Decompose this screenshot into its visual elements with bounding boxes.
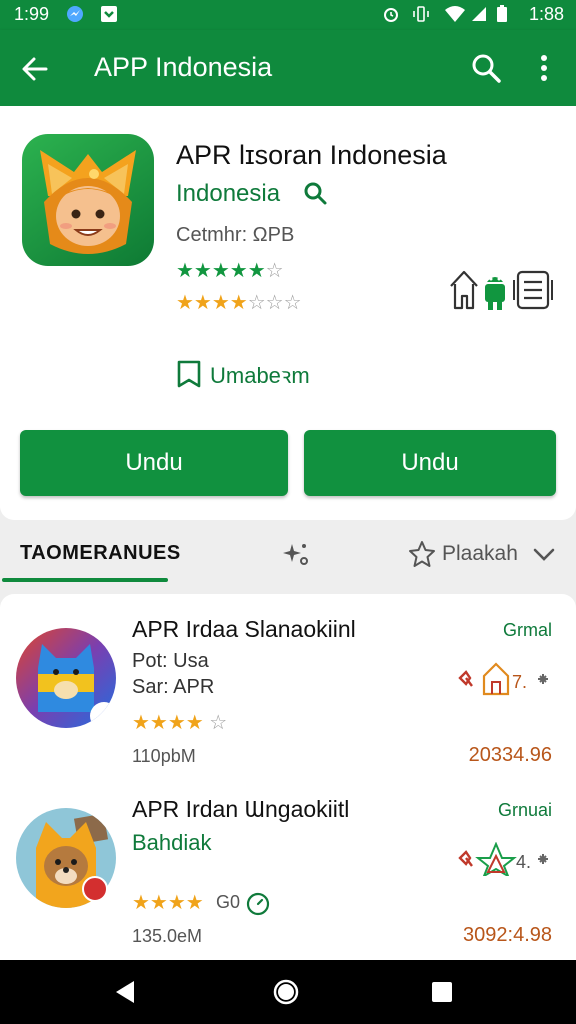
section-tab-title[interactable]: TAOMERANUES	[20, 542, 181, 565]
item-category: Sar: APR	[132, 676, 215, 698]
home-icon	[450, 270, 478, 310]
developer-link[interactable]: Indonesia	[176, 180, 280, 208]
flower-icon	[458, 850, 473, 867]
timer-icon	[246, 892, 270, 916]
app-avatar	[16, 628, 116, 728]
item-price: 20334.96	[468, 744, 552, 766]
install-button-2[interactable]: Undu	[304, 430, 556, 496]
status-time-right: 1:88	[528, 4, 564, 24]
item-title: APR Irdan Ɯngaokiitl	[132, 796, 350, 822]
cat-mascot-icon	[16, 628, 116, 728]
star-rank-icon	[475, 842, 517, 876]
section-header: TAOMERANUES Plaakah	[0, 520, 576, 594]
item-title: APR Irdaa Slanaokiinl	[132, 616, 356, 642]
battery-icon	[497, 5, 507, 22]
notification-icon	[101, 6, 117, 22]
gear-small-icon	[538, 674, 548, 684]
app-bar: APP Indonesia	[0, 30, 576, 106]
document-icon	[513, 270, 553, 310]
app-list: APR Irdaa Slanaokiinl Pot: Usa Sar: APR …	[0, 594, 576, 960]
signal-icon	[472, 7, 486, 21]
wifi-icon	[445, 6, 465, 22]
fox-mascot-icon	[40, 150, 136, 254]
sort-dropdown-label[interactable]: Plaakah	[442, 542, 518, 566]
app-bar-title: APP Indonesia	[94, 52, 273, 82]
svg-text:4.: 4.	[516, 852, 531, 872]
app-detail-card: APR lɪsoran Indonesia Indonesia Cetmhr: …	[0, 106, 576, 520]
item-size: 110pbM	[132, 746, 196, 766]
nav-home-icon[interactable]	[272, 978, 300, 1006]
app-icon[interactable]	[22, 134, 154, 266]
search-icon[interactable]	[302, 180, 328, 206]
sparkle-icon[interactable]	[282, 540, 310, 568]
gear-small-icon	[538, 854, 548, 864]
bookmark-icon	[177, 360, 201, 388]
list-item[interactable]: APR Irdaa Slanaokiinl Pot: Usa Sar: APR …	[0, 594, 576, 774]
item-publisher-link[interactable]: Bahdiak	[132, 830, 212, 856]
rating-stars-orange: ★★★★☆☆☆	[176, 292, 302, 314]
install-button-1[interactable]: Undu	[20, 430, 288, 496]
android-icon	[485, 277, 505, 310]
nav-recents-icon[interactable]	[428, 978, 456, 1006]
feature-icons	[450, 270, 553, 310]
item-size: 135.0eM	[132, 926, 203, 946]
wishlist-label: Umabeꝛm	[210, 363, 310, 388]
item-rating-count: G0	[216, 892, 241, 912]
nav-back-icon[interactable]	[112, 978, 140, 1006]
verified-badge-icon	[82, 876, 108, 902]
flower-icon	[458, 670, 473, 687]
status-bar: 1:99 1:88	[0, 0, 576, 30]
tab-indicator	[2, 578, 168, 582]
rank-badge: 7.	[458, 662, 548, 696]
item-rating-stars: ★★★★ ☆	[132, 712, 228, 734]
back-arrow-icon[interactable]	[20, 54, 50, 84]
app-name: APR lɪsoran Indonesia	[176, 140, 447, 170]
svg-text:7.: 7.	[512, 672, 527, 692]
item-status: Grnuai	[497, 800, 552, 820]
search-icon[interactable]	[470, 52, 502, 84]
list-item[interactable]: APR Irdan Ɯngaokiitl Bahdiak ★★★★ G0 135…	[0, 774, 576, 954]
more-vert-icon[interactable]	[534, 52, 554, 84]
item-status: Grmal	[503, 620, 552, 640]
alarm-icon	[384, 8, 398, 22]
messenger-icon	[67, 6, 83, 22]
rating-stars-green: ★★★★★☆	[176, 260, 284, 282]
item-publisher: Pot: Usa	[132, 650, 209, 672]
vibrate-icon	[413, 6, 429, 22]
app-meta: Cetmhr: ΩPB	[176, 224, 295, 246]
star-outline-icon[interactable]	[408, 540, 436, 568]
item-rating-stars: ★★★★	[132, 892, 204, 914]
house-rank-icon	[482, 662, 510, 696]
chevron-down-icon[interactable]	[532, 544, 556, 564]
rank-badge: 4.	[458, 842, 548, 876]
item-price: 3092:4.98	[463, 924, 552, 946]
system-nav-bar	[0, 960, 576, 1024]
status-time-left: 1:99	[14, 4, 50, 24]
